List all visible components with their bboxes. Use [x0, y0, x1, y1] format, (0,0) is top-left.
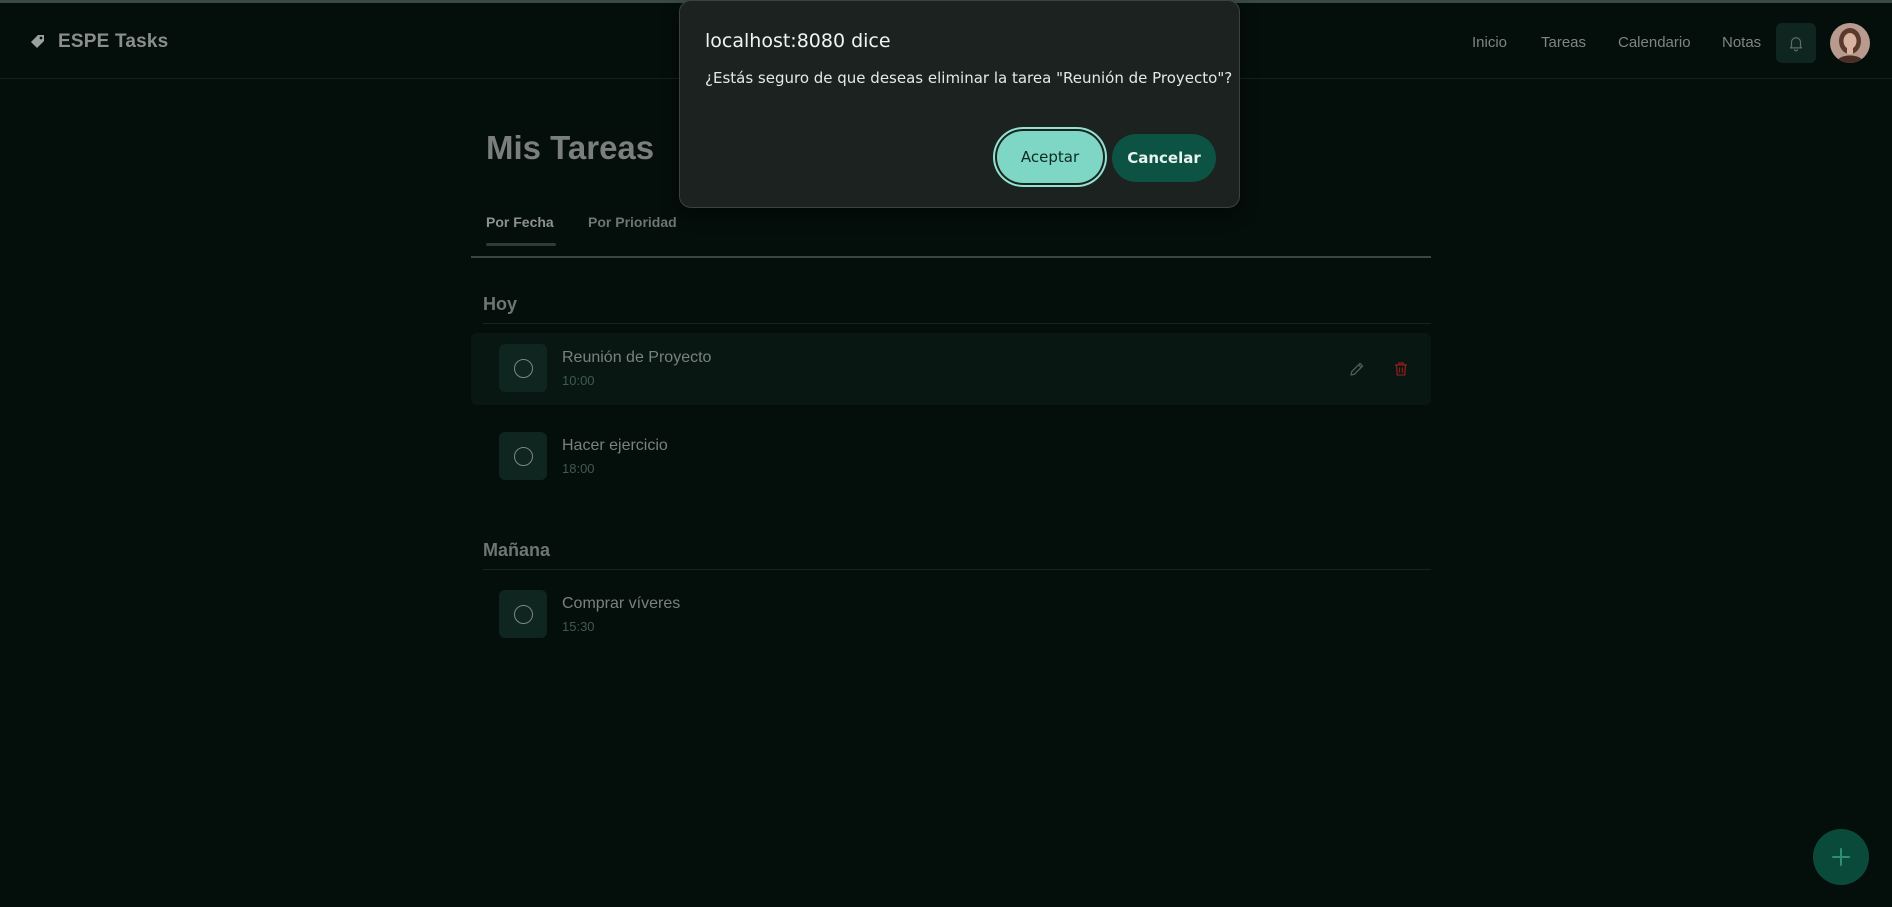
circle-icon [513, 446, 533, 466]
trash-icon [1395, 362, 1407, 376]
dialog-message: ¿Estás seguro de que deseas eliminar la … [705, 69, 1233, 87]
bell-icon [1789, 37, 1803, 52]
tag-icon [31, 35, 44, 48]
dialog-title: localhost:8080 dice [705, 30, 891, 52]
task-time: 15:30 [562, 619, 595, 634]
confirm-dialog: localhost:8080 dice ¿Estás seguro de que… [679, 0, 1240, 208]
tab-por-fecha[interactable]: Por Fecha [486, 214, 554, 230]
task-item[interactable]: Reunión de Proyecto 10:00 [471, 333, 1431, 405]
nav-calendario[interactable]: Calendario [1618, 34, 1691, 51]
task-time: 10:00 [562, 373, 595, 388]
nav-tareas[interactable]: Tareas [1541, 34, 1586, 51]
cancel-button[interactable]: Cancelar [1112, 134, 1216, 182]
circle-icon [513, 604, 533, 624]
task-complete-toggle[interactable] [499, 432, 547, 480]
accept-button[interactable]: Aceptar [997, 131, 1103, 183]
delete-task-button[interactable] [1391, 359, 1411, 379]
user-avatar[interactable] [1830, 23, 1870, 63]
section-divider [483, 323, 1431, 324]
active-tab-indicator [486, 243, 556, 246]
tab-por-prioridad[interactable]: Por Prioridad [588, 214, 677, 230]
page-title: Mis Tareas [486, 129, 655, 166]
pencil-icon [1350, 362, 1364, 376]
task-item[interactable]: Hacer ejercicio 18:00 [471, 421, 1431, 493]
task-title: Comprar víveres [562, 595, 681, 612]
task-time: 18:00 [562, 461, 595, 476]
edit-task-button[interactable] [1347, 359, 1367, 379]
app-logo[interactable]: ESPE Tasks [28, 31, 168, 53]
task-title: Hacer ejercicio [562, 437, 668, 454]
circle-icon [513, 358, 533, 378]
view-tabs: Por Fecha Por Prioridad [471, 212, 1431, 258]
task-title: Reunión de Proyecto [562, 349, 712, 366]
section-divider [483, 569, 1431, 570]
section-title-manana: Mañana [483, 540, 551, 560]
task-complete-toggle[interactable] [499, 344, 547, 392]
plus-icon [1832, 848, 1850, 866]
nav-inicio[interactable]: Inicio [1472, 34, 1507, 51]
task-complete-toggle[interactable] [499, 590, 547, 638]
task-item[interactable]: Comprar víveres 15:30 [471, 579, 1431, 651]
nav-notas[interactable]: Notas [1722, 34, 1761, 51]
section-title-hoy: Hoy [483, 294, 518, 314]
avatar-image [1830, 23, 1870, 63]
app-title: ESPE Tasks [58, 31, 169, 52]
notifications-button[interactable] [1776, 23, 1816, 63]
add-task-button[interactable] [1813, 829, 1869, 885]
